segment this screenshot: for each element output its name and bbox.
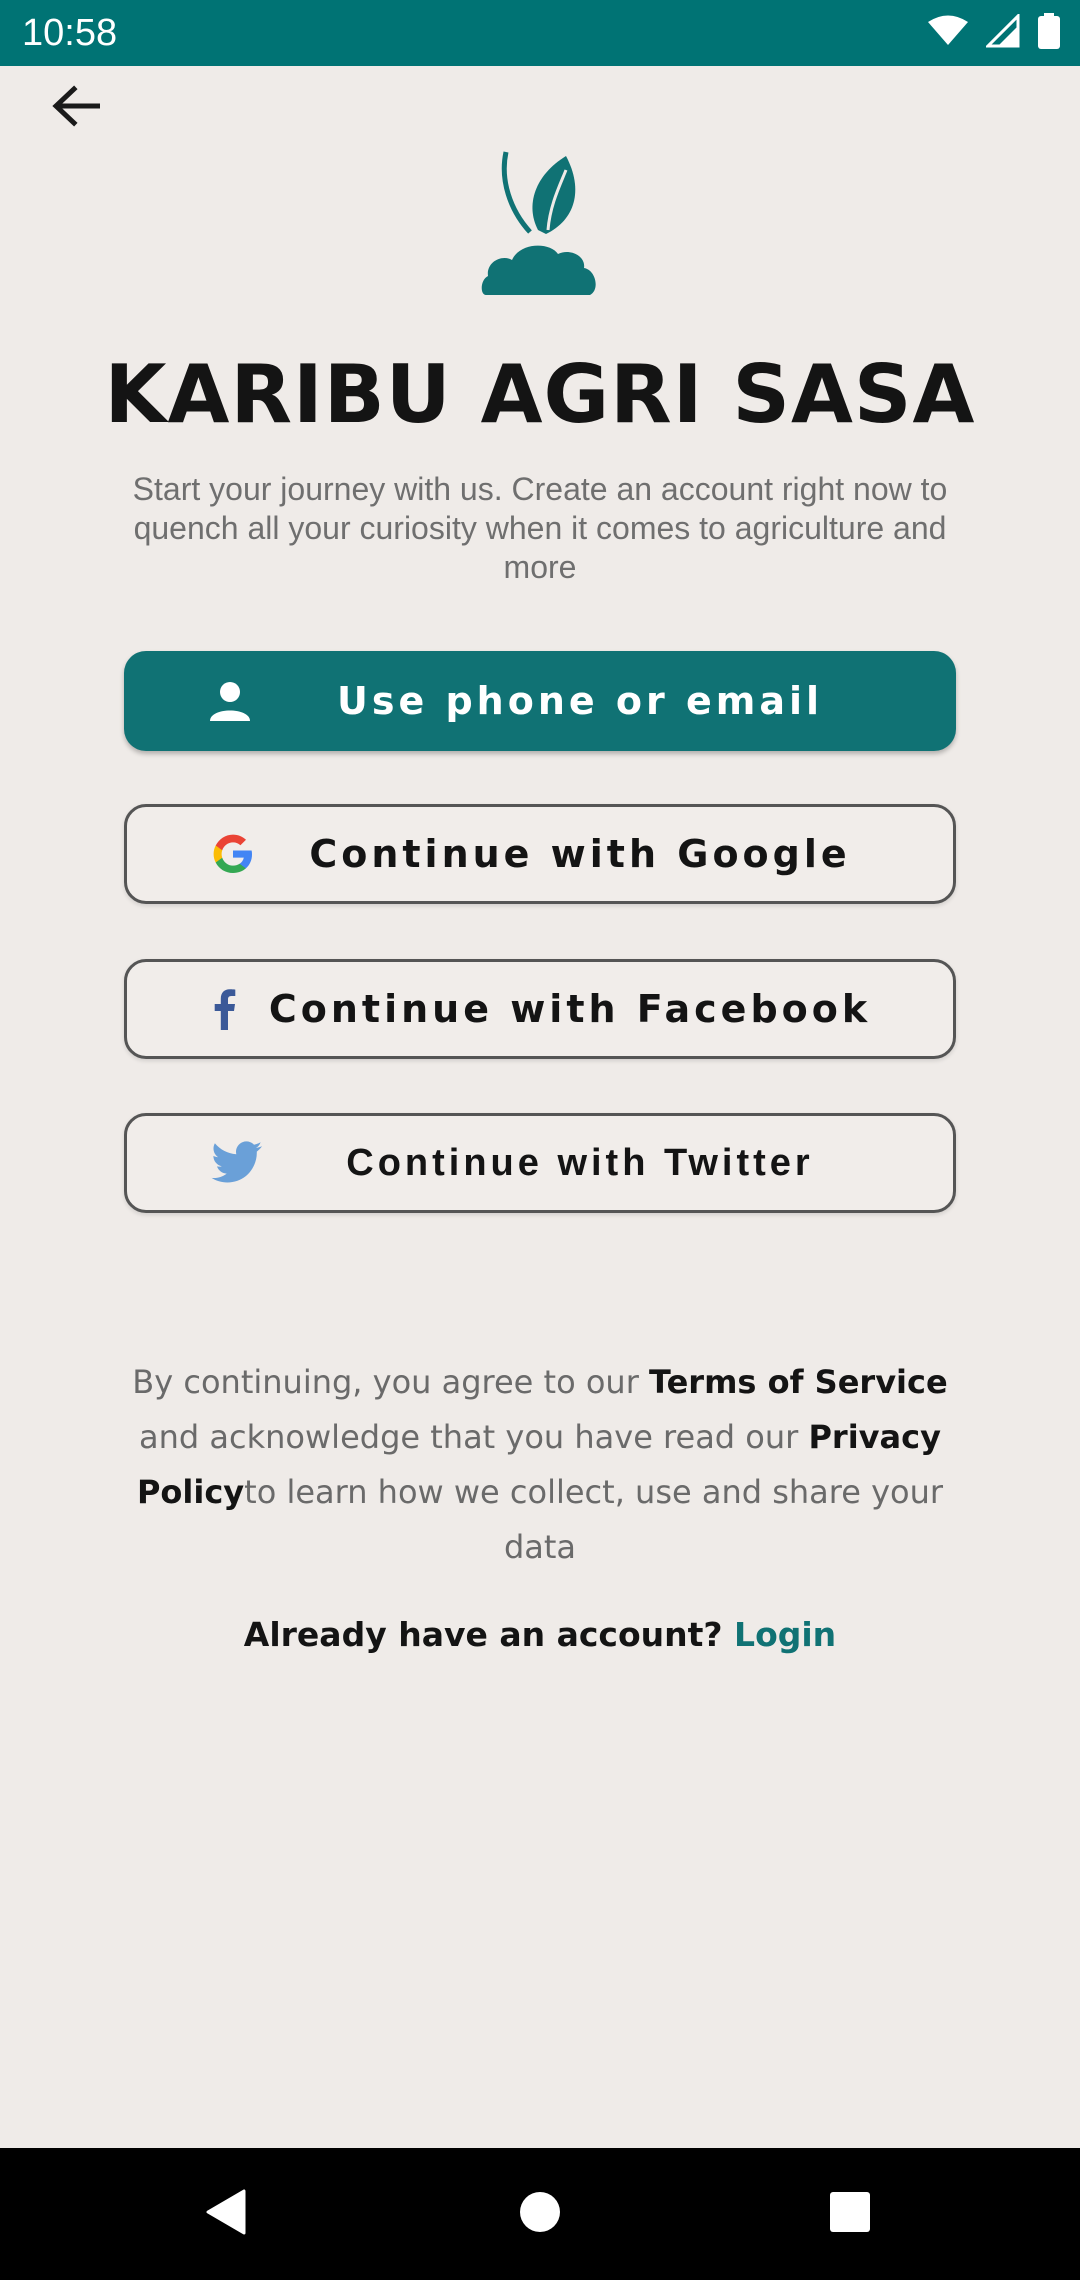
nav-back-button[interactable] xyxy=(156,2148,296,2280)
continue-with-facebook-button[interactable]: Continue with Facebook xyxy=(124,959,956,1059)
continue-with-google-label: Continue with Google xyxy=(309,832,851,876)
legal-prefix: By continuing, you agree to our xyxy=(132,1363,650,1401)
status-time: 10:58 xyxy=(22,12,118,54)
signal-icon xyxy=(984,11,1020,53)
back-button[interactable] xyxy=(40,78,112,138)
login-prompt: Already have an account? Login xyxy=(0,1610,1080,1660)
continue-with-facebook-label: Continue with Facebook xyxy=(268,987,872,1031)
app-title: KARIBU AGRI SASA xyxy=(104,348,976,441)
status-icons xyxy=(928,11,1060,54)
login-prompt-text: Already have an account? xyxy=(243,1615,735,1654)
continue-with-google-button[interactable]: Continue with Google xyxy=(124,804,956,904)
use-phone-or-email-button[interactable]: Use phone or email xyxy=(124,651,956,751)
status-bar: 10:58 xyxy=(0,0,1080,66)
continue-with-twitter-label: Continue with Twitter xyxy=(346,1141,814,1184)
back-triangle-icon xyxy=(206,2189,246,2240)
continue-with-twitter-button[interactable]: Continue with Twitter xyxy=(124,1113,956,1213)
recents-square-icon xyxy=(829,2191,871,2238)
wifi-icon xyxy=(928,15,968,52)
app-logo xyxy=(480,150,600,295)
facebook-icon xyxy=(211,988,237,1030)
legal-middle: and acknowledge that you have read our xyxy=(139,1418,809,1456)
use-phone-or-email-label: Use phone or email xyxy=(336,679,824,723)
system-nav-bar xyxy=(0,2148,1080,2280)
battery-icon xyxy=(1038,12,1060,54)
terms-of-service-link[interactable]: Terms of Service xyxy=(649,1363,948,1401)
app-subtitle: Start your journey with us. Create an ac… xyxy=(132,471,948,585)
legal-text: By continuing, you agree to our Terms of… xyxy=(110,1355,970,1575)
nav-recents-button[interactable] xyxy=(780,2148,920,2280)
nav-home-button[interactable] xyxy=(470,2148,610,2280)
plant-sprout-icon xyxy=(480,151,600,299)
arrow-left-icon xyxy=(52,84,101,132)
home-circle-icon xyxy=(518,2190,562,2239)
legal-suffix: to learn how we collect, use and share y… xyxy=(244,1473,944,1566)
login-link[interactable]: Login xyxy=(734,1615,836,1654)
twitter-icon xyxy=(211,1141,263,1185)
person-icon xyxy=(208,681,252,721)
google-icon xyxy=(211,832,255,876)
